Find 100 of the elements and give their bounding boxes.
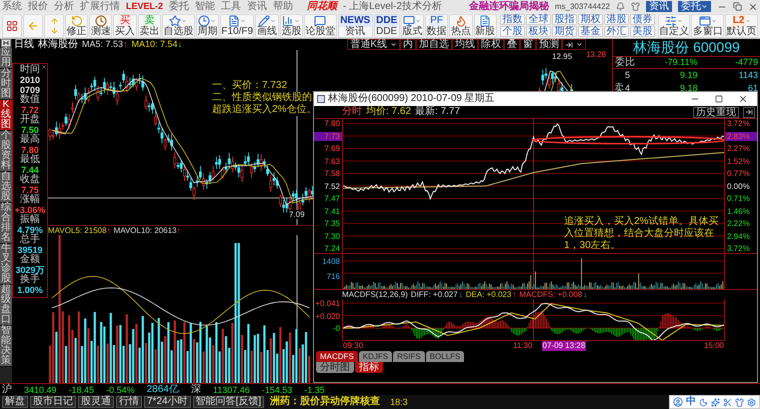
shirt-icon[interactable]: [735, 398, 744, 406]
market-button[interactable]: 基金: [578, 26, 603, 37]
market-button[interactable]: 个股: [500, 26, 525, 37]
caret-icon: [210, 18, 216, 24]
settings-icon[interactable]: [747, 398, 756, 406]
market-button[interactable]: 外汇: [604, 26, 629, 37]
glyph-icon: PF: [429, 14, 444, 26]
market-button[interactable]: 板块: [526, 26, 551, 37]
side-tab[interactable]: 超级盘口: [0, 285, 12, 326]
menu-item[interactable]: 工具: [221, 0, 242, 13]
side-tab[interactable]: 牛叉诊股: [0, 244, 12, 285]
news-tab[interactable]: 7*24小时: [144, 396, 191, 408]
toolbar-button[interactable]: 修正: [65, 14, 88, 38]
side-tab[interactable]: K线图: [0, 100, 12, 131]
toolbar-button[interactable]: L2 默认页: [725, 14, 758, 38]
chart-tool-button[interactable]: 预测: [536, 39, 562, 50]
toolbar-button[interactable]: 多窗口: [691, 14, 724, 38]
market-button[interactable]: 期权: [578, 14, 603, 25]
toolbar-button[interactable]: 周期: [196, 14, 220, 38]
indicator-tab[interactable]: BOLLFS: [426, 351, 464, 362]
menu-item[interactable]: 委托: [169, 0, 190, 13]
news-tab[interactable]: 行情: [116, 396, 142, 408]
menu-item[interactable]: 系统: [2, 0, 22, 13]
maximize-icon[interactable]: [715, 95, 723, 103]
chart-tool-button[interactable]: 窗: [520, 39, 536, 50]
market-button[interactable]: 债券: [630, 14, 655, 25]
indicator-tab[interactable]: MACDFS: [316, 351, 358, 362]
menu-item[interactable]: 扩展行情: [80, 0, 120, 13]
toolbar-button[interactable]: 自定义: [658, 14, 690, 38]
chart-tool-button[interactable]: 普通K线: [347, 39, 400, 50]
side-tab[interactable]: 个股资料: [0, 131, 12, 172]
chart-tool-button[interactable]: 除权: [478, 39, 504, 50]
toolbar-button[interactable]: 选股: [280, 14, 303, 38]
moon-icon[interactable]: [699, 398, 708, 406]
toolbar-button[interactable]: 自选股: [162, 14, 195, 38]
header-button[interactable]: 资讯: [646, 1, 672, 12]
info-label: 时间: [20, 65, 40, 75]
news-headline[interactable]: 洲药：股价异动停牌核查: [270, 396, 380, 408]
toolbar-button[interactable]: DDE DDE: [374, 14, 400, 38]
jump-end-button[interactable]: [743, 106, 755, 118]
scissors-icon[interactable]: [723, 398, 732, 406]
view-tab[interactable]: 指标: [355, 362, 383, 373]
input-mode-label[interactable]: 中: [686, 396, 696, 408]
replay-button[interactable]: 历史重现: [693, 106, 739, 118]
volume-tick: 1408: [321, 257, 341, 266]
user-icon[interactable]: [673, 397, 683, 407]
chart-tool-button[interactable]: 内: [400, 39, 416, 50]
star-icon: [169, 14, 182, 26]
side-tab[interactable]: 综合排名: [0, 203, 12, 244]
toolbar-button[interactable]: 热点: [449, 14, 472, 38]
price-tick: 7.69: [323, 144, 341, 153]
market-button[interactable]: 股指: [552, 14, 577, 25]
toolbar-button[interactable]: PF 数据: [425, 14, 448, 38]
info-value: 7.72: [21, 105, 39, 115]
toolbar-button[interactable]: 新股: [474, 14, 497, 38]
toolbar-button[interactable]: 画线: [255, 14, 279, 38]
restore-icon[interactable]: [733, 2, 742, 11]
close-icon[interactable]: [41, 64, 47, 70]
indicator-tab[interactable]: RSIFS: [393, 351, 425, 362]
shirt-icon[interactable]: [631, 2, 640, 11]
view-tab[interactable]: 分时图: [316, 362, 354, 373]
close-icon[interactable]: [738, 94, 748, 104]
toolbar-button[interactable]: F10/F9: [220, 14, 254, 38]
bell-icon[interactable]: [616, 2, 625, 11]
menu-item[interactable]: 资讯: [247, 0, 268, 13]
market-button[interactable]: 港股: [604, 14, 629, 25]
side-tab[interactable]: 智能决策: [0, 326, 12, 367]
menu-item[interactable]: 分析: [54, 0, 74, 13]
market-button[interactable]: 指数: [500, 14, 525, 25]
market-button[interactable]: 期货: [552, 26, 577, 37]
toolbar-button[interactable]: NEWS 资讯: [338, 14, 373, 38]
menu-item[interactable]: 报价: [28, 0, 48, 13]
market-button[interactable]: 美股: [630, 26, 655, 37]
side-tab[interactable]: 自选股: [0, 172, 12, 203]
toolbar-button[interactable]: 买 买入: [113, 14, 137, 38]
news-tab[interactable]: 解盘: [2, 396, 28, 408]
close-icon[interactable]: [748, 2, 758, 12]
chart-tool-button[interactable]: 叠: [504, 39, 520, 50]
news-tab[interactable]: 股市日记: [30, 396, 76, 408]
chart-tool-button[interactable]: 加自选: [416, 39, 452, 50]
news-tab[interactable]: 智能问答[反馈]: [192, 396, 264, 408]
market-button[interactable]: 全球: [526, 14, 551, 25]
chart-tool-button[interactable]: 均线: [452, 39, 478, 50]
side-tab[interactable]: 分时图: [0, 69, 12, 100]
toolbar-button[interactable]: 论股堂: [304, 14, 337, 38]
indicator-tab[interactable]: KDJFS: [358, 351, 392, 362]
header-button[interactable]: 委托: [678, 1, 711, 12]
message-icon: [314, 14, 326, 26]
promo-link[interactable]: 金融连环骗局揭秘: [468, 0, 549, 13]
menu-item[interactable]: 智能: [195, 0, 216, 13]
toolbar-button[interactable]: 卖 卖出: [138, 14, 161, 38]
toolbar-button[interactable]: 测速: [89, 14, 112, 38]
menu-item[interactable]: 帮助: [273, 0, 294, 13]
chart-tool-button[interactable]: [562, 39, 586, 50]
toolbar-button[interactable]: 版式: [400, 14, 424, 38]
news-tab[interactable]: 股灵通: [78, 396, 114, 408]
toolbar-button[interactable]: [2, 14, 22, 38]
side-tab[interactable]: 应用: [0, 48, 12, 69]
menu-item[interactable]: LEVEL-2: [126, 0, 164, 13]
ratio-percent: -79.11%: [664, 57, 698, 68]
